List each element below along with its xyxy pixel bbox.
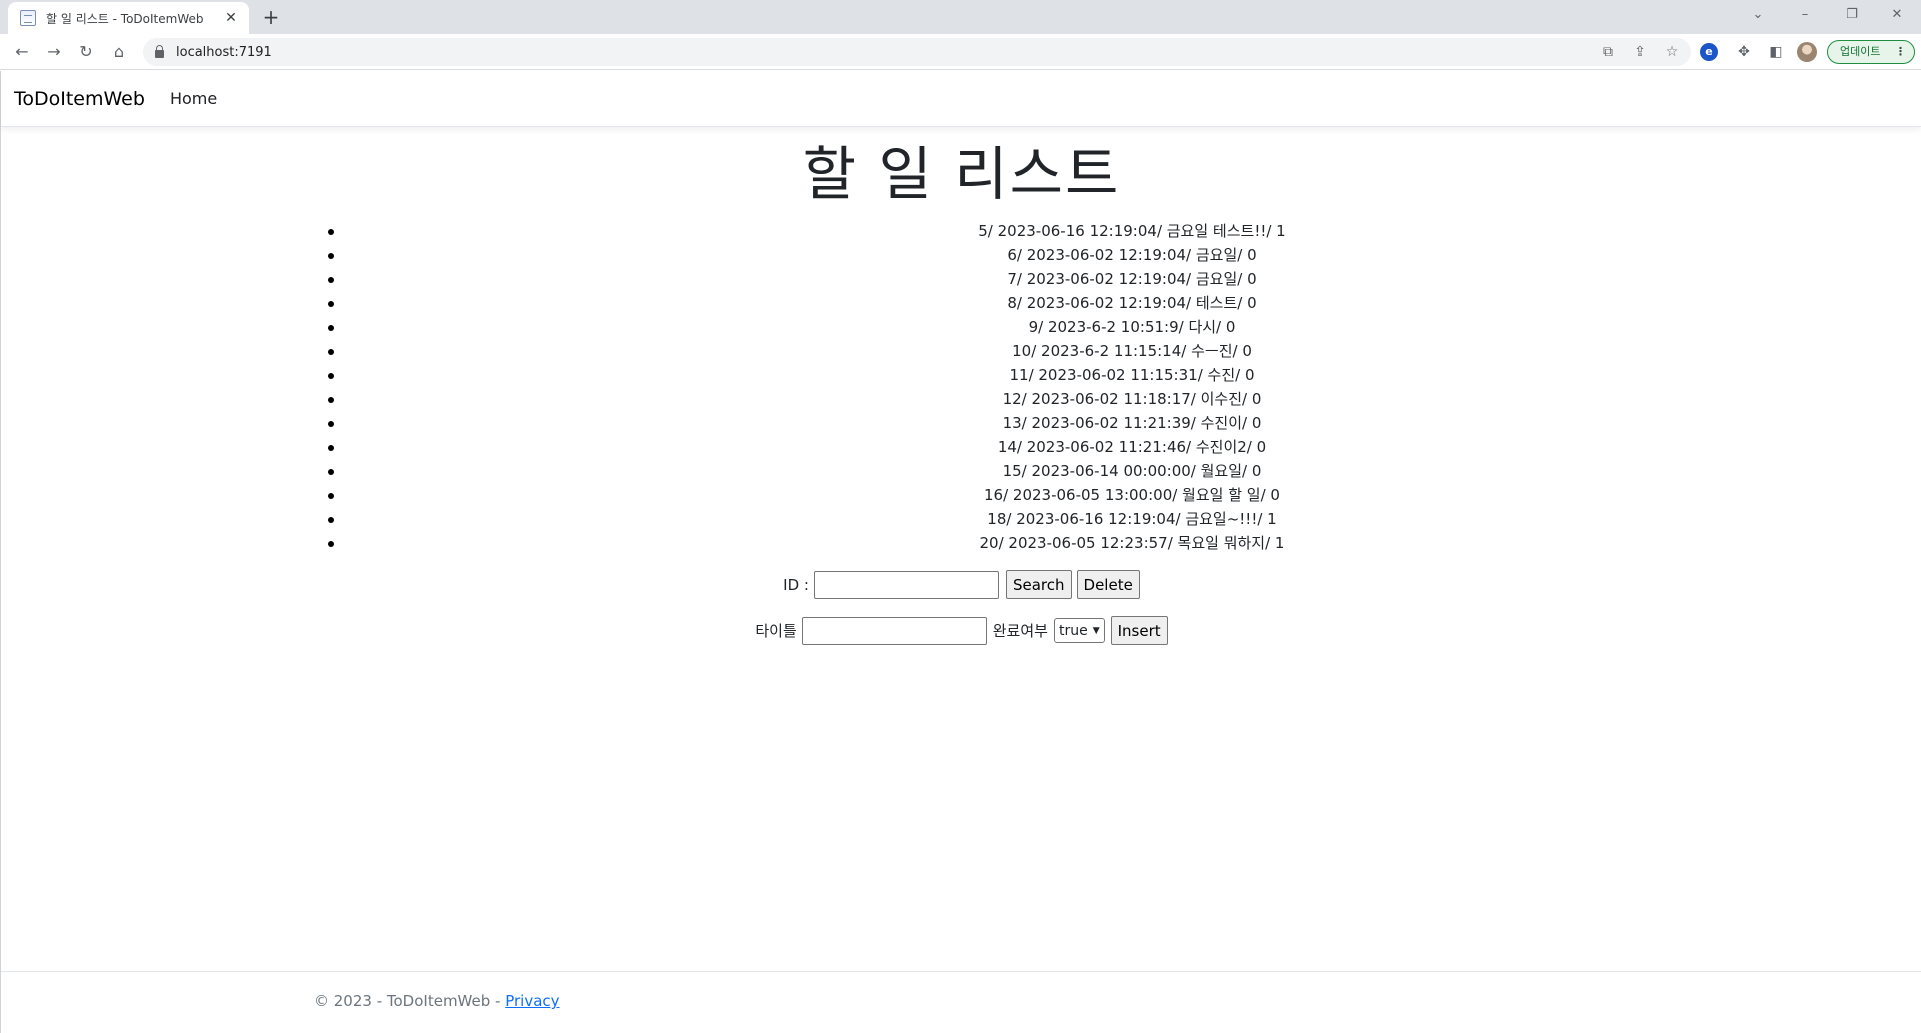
bullet-icon [328, 469, 334, 475]
privacy-link[interactable]: Privacy [505, 992, 559, 1010]
list-item: 18/ 2023-06-16 12:19:04/ 금요일~!!!/ 1 [312, 507, 1921, 531]
insert-form: 타이틀 완료여부 true ▼ Insert [1, 616, 1921, 645]
update-label: 업데이트 [1840, 45, 1881, 58]
extension-e-icon[interactable]: e [1700, 43, 1718, 61]
todo-text: 16/ 2023-06-05 13:00:00/ 월요일 할 일/ 0 [984, 486, 1280, 504]
lock-icon[interactable] [155, 44, 164, 58]
list-item: 10/ 2023-6-2 11:15:14/ 수ㅡ진/ 0 [312, 339, 1921, 363]
browser-toolbar: ← → ↻ ⌂ localhost:7191 ⧉ ⇪ ☆ e ✥ ◧ 업데이트 … [0, 34, 1921, 70]
list-item: 6/ 2023-06-02 12:19:04/ 금요일/ 0 [312, 243, 1921, 267]
footer-text: © 2023 - ToDoItemWeb - Privacy [314, 992, 560, 1010]
search-form: ID : Search Delete [1, 570, 1921, 599]
translate-icon[interactable]: ⧉ [1595, 39, 1621, 65]
reload-icon[interactable]: ↻ [73, 39, 99, 65]
done-select[interactable]: true ▼ [1053, 618, 1105, 643]
id-input[interactable] [813, 570, 999, 599]
address-bar[interactable]: localhost:7191 [143, 38, 1691, 66]
id-label: ID : [783, 575, 809, 594]
todo-text: 11/ 2023-06-02 11:15:31/ 수진/ 0 [1009, 366, 1255, 384]
bullet-icon [328, 541, 334, 547]
todo-text: 14/ 2023-06-02 11:21:46/ 수진이2/ 0 [997, 438, 1267, 456]
done-select-value: true [1058, 622, 1088, 639]
restore-icon[interactable]: ❐ [1830, 2, 1874, 28]
todo-list: 5/ 2023-06-16 12:19:04/ 금요일 테스트!!/ 1 6/ 2… [312, 219, 1921, 555]
list-item: 12/ 2023-06-02 11:18:17/ 이수진/ 0 [312, 387, 1921, 411]
title-label: 타이틀 [755, 622, 797, 640]
todo-text: 15/ 2023-06-14 00:00:00/ 월요일/ 0 [1002, 462, 1262, 480]
home-icon[interactable]: ⌂ [106, 39, 132, 65]
more-menu-icon[interactable]: ⋮ [1895, 41, 1906, 63]
side-panel-icon[interactable]: ◧ [1763, 39, 1789, 65]
site-footer: © 2023 - ToDoItemWeb - Privacy [1, 971, 1921, 1033]
page-favicon-icon [20, 10, 36, 26]
bullet-icon [328, 397, 334, 403]
todo-text: 9/ 2023-6-2 10:51:9/ 다시/ 0 [1028, 318, 1236, 336]
bullet-icon [328, 325, 334, 331]
todo-text: 8/ 2023-06-02 12:19:04/ 테스트/ 0 [1007, 294, 1257, 312]
list-item: 5/ 2023-06-16 12:19:04/ 금요일 테스트!!/ 1 [312, 219, 1921, 243]
list-item: 15/ 2023-06-14 00:00:00/ 월요일/ 0 [312, 459, 1921, 483]
bullet-icon [328, 421, 334, 427]
done-label: 완료여부 [992, 622, 1048, 640]
tab-search-chevron-icon[interactable]: ⌄ [1736, 2, 1780, 28]
url-text[interactable]: localhost:7191 [176, 45, 272, 60]
bullet-icon [328, 229, 334, 235]
new-tab-plus-icon[interactable]: + [258, 4, 284, 30]
page-viewport: ToDoItemWeb Home 할 일 리스트 5/ 2023-06-16 1… [0, 71, 1921, 1033]
delete-button[interactable]: Delete [1076, 570, 1140, 599]
bullet-icon [328, 373, 334, 379]
todo-text: 10/ 2023-6-2 11:15:14/ 수ㅡ진/ 0 [1012, 342, 1252, 360]
list-item: 13/ 2023-06-02 11:21:39/ 수진이/ 0 [312, 411, 1921, 435]
title-input[interactable] [801, 616, 987, 645]
forward-arrow-icon[interactable]: → [41, 39, 67, 65]
list-item: 9/ 2023-6-2 10:51:9/ 다시/ 0 [312, 315, 1921, 339]
bullet-icon [328, 301, 334, 307]
list-item: 20/ 2023-06-05 12:23:57/ 목요일 뭐하지/ 1 [312, 531, 1921, 555]
nav-link-home[interactable]: Home [170, 89, 217, 108]
todo-text: 20/ 2023-06-05 12:23:57/ 목요일 뭐하지/ 1 [979, 534, 1285, 552]
todo-text: 18/ 2023-06-16 12:19:04/ 금요일~!!!/ 1 [987, 510, 1277, 528]
site-navbar: ToDoItemWeb Home [1, 71, 1921, 127]
bullet-icon [328, 349, 334, 355]
list-item: 8/ 2023-06-02 12:19:04/ 테스트/ 0 [312, 291, 1921, 315]
browser-tabstrip: 할 일 리스트 - ToDoItemWeb ✕ + ⌄ – ❐ ✕ [0, 0, 1921, 34]
todo-text: 5/ 2023-06-16 12:19:04/ 금요일 테스트!!/ 1 [978, 222, 1286, 240]
bullet-icon [328, 517, 334, 523]
bullet-icon [328, 445, 334, 451]
bullet-icon [328, 253, 334, 259]
page-title: 할 일 리스트 [802, 140, 1121, 208]
insert-button[interactable]: Insert [1110, 616, 1168, 645]
bullet-icon [328, 277, 334, 283]
browser-tab-active[interactable]: 할 일 리스트 - ToDoItemWeb ✕ [8, 2, 249, 34]
todo-text: 7/ 2023-06-02 12:19:04/ 금요일/ 0 [1007, 270, 1257, 288]
list-item: 16/ 2023-06-05 13:00:00/ 월요일 할 일/ 0 [312, 483, 1921, 507]
window-close-icon[interactable]: ✕ [1875, 2, 1919, 28]
footer-copyright: © 2023 - ToDoItemWeb - [314, 992, 506, 1010]
list-item: 14/ 2023-06-02 11:21:46/ 수진이2/ 0 [312, 435, 1921, 459]
bookmark-star-icon[interactable]: ☆ [1659, 39, 1685, 65]
chevron-down-icon: ▼ [1092, 625, 1100, 636]
list-item: 7/ 2023-06-02 12:19:04/ 금요일/ 0 [312, 267, 1921, 291]
list-item: 11/ 2023-06-02 11:15:31/ 수진/ 0 [312, 363, 1921, 387]
minimize-icon[interactable]: – [1783, 2, 1827, 28]
extensions-puzzle-icon[interactable]: ✥ [1731, 39, 1757, 65]
todo-text: 13/ 2023-06-02 11:21:39/ 수진이/ 0 [1002, 414, 1262, 432]
bullet-icon [328, 493, 334, 499]
todo-text: 6/ 2023-06-02 12:19:04/ 금요일/ 0 [1007, 246, 1257, 264]
navbar-brand[interactable]: ToDoItemWeb [14, 88, 145, 110]
update-button[interactable]: 업데이트 ⋮ [1827, 40, 1915, 64]
profile-avatar[interactable] [1797, 42, 1817, 62]
back-arrow-icon[interactable]: ← [9, 39, 35, 65]
todo-text: 12/ 2023-06-02 11:18:17/ 이수진/ 0 [1002, 390, 1262, 408]
tab-title: 할 일 리스트 - ToDoItemWeb [46, 11, 204, 26]
search-button[interactable]: Search [1005, 570, 1072, 599]
tab-close-icon[interactable]: ✕ [223, 10, 239, 26]
share-icon[interactable]: ⇪ [1627, 39, 1653, 65]
